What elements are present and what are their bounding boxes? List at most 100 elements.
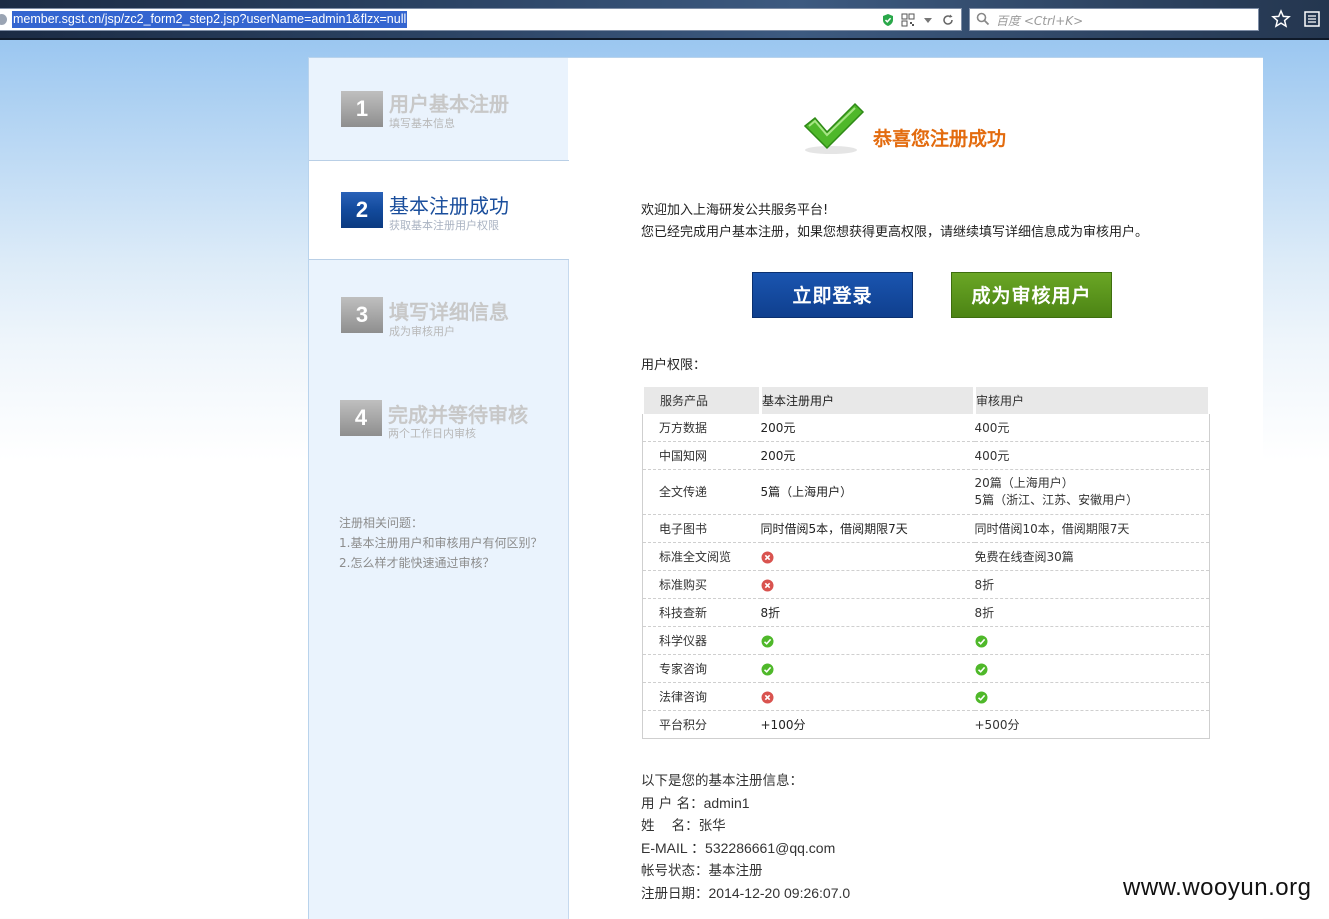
check-icon (761, 663, 773, 675)
username-value: admin1 (703, 795, 750, 811)
header-audited-user: 审核用户 (973, 384, 1211, 414)
name-label: 姓 名： (641, 818, 699, 834)
audited-user-cell: 同时借阅10本，借阅期限7天 (974, 514, 1210, 543)
step-3-title: 填写详细信息 (389, 300, 509, 324)
basic-user-cell: +100分 (761, 711, 975, 739)
service-name: 全文传递 (642, 469, 761, 515)
step-1-title: 用户基本注册 (389, 92, 509, 116)
faq-title: 注册相关问题： (339, 516, 424, 530)
table-row: 标准购买 8折 (642, 570, 1210, 599)
faq-link-1[interactable]: 1.基本注册用户和审核用户有何区别？ (339, 533, 542, 553)
basic-value: 5篇（上海用户） (760, 484, 853, 499)
service-name: 专家咨询 (642, 654, 761, 683)
success-title: 恭喜您注册成功 (873, 128, 1007, 150)
audited-value-2: 5篇（浙江、江苏、安徽用户） (974, 493, 1139, 507)
table-row: 全文传递 5篇（上海用户） 20篇（上海用户） 5篇（浙江、江苏、安徽用户） (642, 469, 1210, 515)
step-2-number: 2 (341, 192, 383, 228)
table-row: 万方数据 200元 400元 (642, 413, 1210, 442)
bookmarks-list-icon[interactable] (1302, 9, 1322, 29)
faq-section: 注册相关问题： 1.基本注册用户和审核用户有何区别？ 2.怎么样才能快速通过审核… (339, 513, 542, 573)
status-row: 帐号状态：基本注册 (641, 860, 850, 882)
step-4-subtitle: 两个工作日内审核 (388, 427, 476, 440)
search-bar[interactable]: 百度 <Ctrl+K> (969, 8, 1259, 31)
basic-user-cell (760, 570, 975, 599)
service-name: 中国知网 (642, 441, 761, 470)
audited-value: 免费在线查阅30篇 (974, 550, 1074, 564)
basic-user-cell (760, 682, 975, 711)
reload-icon[interactable] (941, 13, 955, 27)
audited-value: 400元 (974, 449, 1010, 463)
welcome-message: 欢迎加入上海研发公共服务平台! 您已经完成用户基本注册，如果您想获得更高权限，请… (641, 200, 1148, 244)
basic-value: 200元 (760, 420, 796, 435)
permissions-table: 服务产品 基本注册用户 审核用户 万方数据 200元 400元 中国知网 200元 400… (641, 384, 1211, 739)
table-header-row: 服务产品 基本注册用户 审核用户 (641, 384, 1211, 414)
step-3-subtitle: 成为审核用户 (389, 325, 455, 338)
basic-user-cell (760, 654, 975, 683)
step-4-number: 4 (340, 400, 382, 436)
header-basic-user: 基本注册用户 (759, 384, 976, 414)
check-icon (975, 663, 987, 675)
become-audited-user-button[interactable]: 成为审核用户 (951, 272, 1112, 318)
cross-icon (761, 579, 773, 591)
step-3: 3 填写详细信息 成为审核用户 (309, 261, 568, 361)
cross-icon (761, 691, 773, 703)
audited-user-cell (974, 682, 1210, 711)
main-content: 恭喜您注册成功 欢迎加入上海研发公共服务平台! 您已经完成用户基本注册，如果您想… (569, 58, 1263, 919)
username-label: 用 户 名： (641, 796, 704, 812)
name-row: 姓 名：张华 (641, 815, 850, 837)
date-row: 注册日期：2014-12-20 09:26:07.0 (641, 882, 850, 905)
service-name: 万方数据 (642, 413, 761, 442)
registration-info-title: 以下是您的基本注册信息： (641, 773, 803, 789)
qr-code-icon[interactable] (901, 13, 915, 27)
step-2-title: 基本注册成功 (389, 194, 509, 218)
basic-user-cell: 同时借阅5本，借阅期限7天 (760, 514, 975, 543)
username-row: 用 户 名：admin1 (641, 792, 850, 815)
step-2-subtitle: 获取基本注册用户权限 (389, 219, 499, 232)
date-label: 注册日期： (641, 886, 709, 902)
site-identity-icon[interactable] (0, 14, 7, 25)
bookmark-star-icon[interactable] (1271, 9, 1291, 29)
faq-link-2[interactable]: 2.怎么样才能快速通过审核？ (339, 553, 542, 573)
service-name: 平台积分 (659, 718, 708, 732)
audited-user-cell: 400元 (974, 413, 1210, 442)
check-icon (975, 635, 987, 647)
step-4-title: 完成并等待审核 (388, 403, 528, 427)
login-button[interactable]: 立即登录 (752, 272, 913, 318)
header-service: 服务产品 (641, 384, 762, 414)
watermark: www.wooyun.org (1123, 874, 1312, 901)
step-1: 1 用户基本注册 填写基本信息 (309, 58, 568, 158)
email-value: 532286661@qq.com (705, 840, 836, 856)
welcome-line-1: 欢迎加入上海研发公共服务平台! (641, 203, 829, 218)
step-1-number: 1 (341, 91, 383, 127)
basic-user-cell (760, 626, 975, 655)
service-name: 电子图书 (642, 514, 761, 543)
table-row: 标准全文阅览 免费在线查阅30篇 (642, 542, 1210, 571)
table-row: 电子图书 同时借阅5本，借阅期限7天 同时借阅10本，借阅期限7天 (642, 514, 1210, 543)
search-icon (976, 12, 990, 26)
audited-user-cell: 400元 (974, 441, 1210, 470)
audited-user-cell (974, 626, 1210, 655)
email-label: E-MAIL ： (641, 840, 706, 856)
basic-user-cell (760, 542, 975, 571)
audited-user-cell: 20篇（上海用户） 5篇（浙江、江苏、安徽用户） (974, 469, 1210, 515)
audited-value: 8折 (974, 578, 995, 592)
table-row: 中国知网 200元 400元 (642, 441, 1210, 470)
shield-icon[interactable] (881, 13, 895, 27)
email-row: E-MAIL ：532286661@qq.com (641, 837, 850, 860)
audited-value: 20篇（上海用户） (974, 476, 1074, 490)
basic-value: 同时借阅5本，借阅期限7天 (760, 522, 908, 536)
registration-page: 1 用户基本注册 填写基本信息 2 基本注册成功 获取基本注册用户权限 3 填写… (308, 57, 1263, 919)
basic-user-cell: 8折 (760, 598, 975, 627)
dropdown-arrow-icon[interactable] (921, 13, 935, 27)
step-2: 2 基本注册成功 获取基本注册用户权限 (309, 160, 569, 260)
status-label: 帐号状态： (641, 863, 709, 879)
service-name: 标准购买 (642, 570, 761, 599)
service-name: 法律咨询 (642, 682, 761, 711)
check-icon (761, 635, 773, 647)
audited-value: 同时借阅10本，借阅期限7天 (974, 522, 1130, 536)
url-text[interactable]: member.sgst.cn/jsp/zc2_form2_step2.jsp?u… (12, 11, 408, 28)
table-row: 法律咨询 (642, 682, 1210, 711)
service-name: 科技查新 (642, 598, 761, 627)
basic-value: 8折 (760, 606, 781, 620)
address-bar[interactable]: member.sgst.cn/jsp/zc2_form2_step2.jsp?u… (0, 8, 962, 31)
